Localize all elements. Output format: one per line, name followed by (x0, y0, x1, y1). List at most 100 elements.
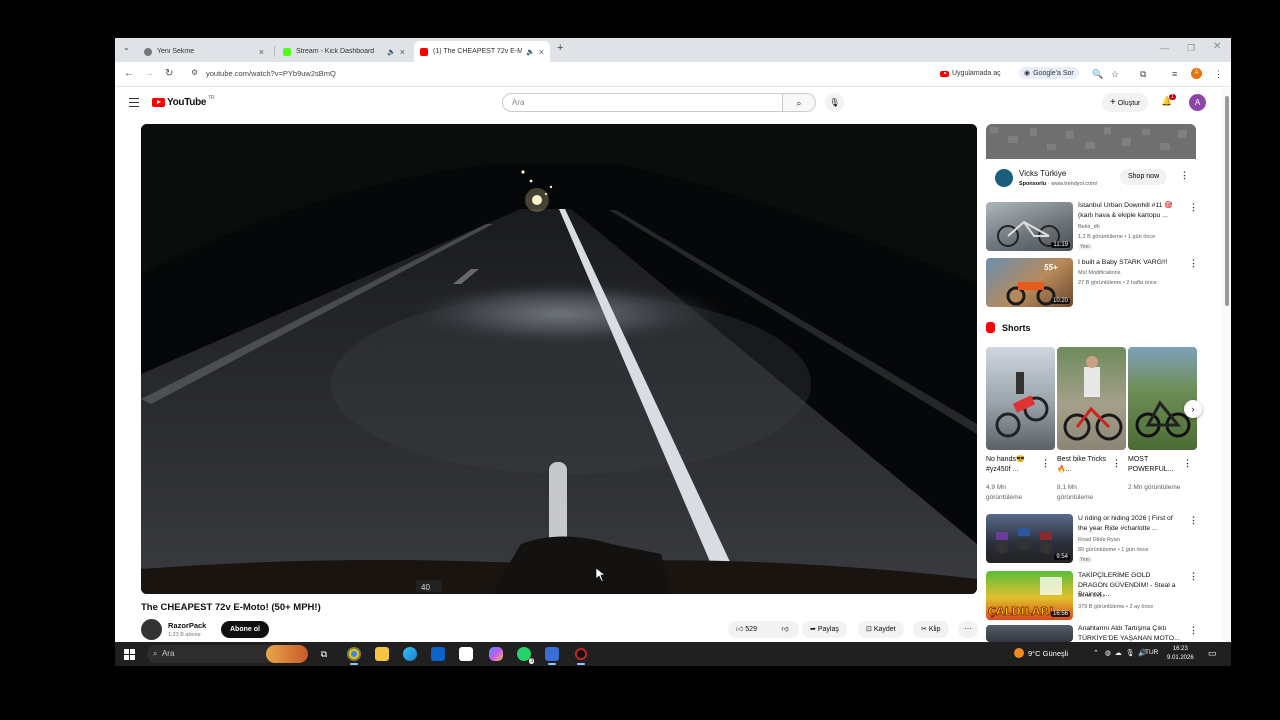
short-thumbnail[interactable] (986, 347, 1055, 450)
share-button[interactable]: ➦ Paylaş (802, 621, 847, 638)
video-title[interactable]: Anahtarını Aldı Tartışma Çıktı TÜRKİYE'D… (1078, 624, 1182, 643)
more-vert-icon[interactable]: ⋮ (1183, 458, 1192, 469)
shop-now-button[interactable]: Shop now (1120, 169, 1168, 185)
bookmark-icon: ⊡ (866, 626, 872, 633)
video-title[interactable]: I built a Baby STARK VARG!!! (1078, 258, 1182, 268)
more-vert-icon[interactable]: ⋮ (1041, 458, 1050, 469)
outlook-icon[interactable] (431, 647, 445, 661)
close-tab-icon[interactable]: × (400, 47, 405, 57)
video-thumbnail[interactable]: ÇALDILAR! 16:56 (986, 571, 1073, 620)
weather-widget[interactable]: 9°C Güneşli (1014, 648, 1068, 658)
short-title[interactable]: No hands😎 #yz450f ... (986, 455, 1038, 475)
close-tab-icon[interactable]: × (539, 47, 544, 57)
edge-icon[interactable] (403, 647, 417, 661)
channel-name[interactable]: MxI Modifications (1078, 270, 1121, 276)
speaker-icon[interactable]: 🔈 (526, 48, 535, 56)
channel-name[interactable]: Bekir_dh (1078, 224, 1100, 230)
open-in-app-button[interactable]: Uygulamada aç (940, 70, 1001, 77)
hamburger-menu-icon[interactable] (129, 98, 139, 110)
microphone-icon[interactable]: 🎙 (1126, 650, 1135, 657)
youtube-logo[interactable]: YouTube TR (152, 95, 215, 108)
create-button[interactable]: + Oluştur (1102, 93, 1149, 112)
google-lens-button[interactable]: ◉ Google'a Sor (1019, 67, 1079, 79)
page-scrollbar[interactable] (1223, 88, 1231, 641)
profile-avatar[interactable]: A (1191, 68, 1202, 79)
channel-name[interactable]: Road Glide Ryan (1078, 537, 1120, 543)
youtube-play-icon (152, 98, 165, 107)
tab-new-tab[interactable]: Yeni Sekme × (138, 41, 270, 62)
video-thumbnail[interactable] (986, 625, 1073, 642)
search-highlight-image[interactable] (266, 645, 308, 663)
speaker-icon[interactable]: 🔈 (387, 48, 396, 56)
more-vert-icon[interactable]: ⋮ (1189, 258, 1198, 269)
clock-time: 16:23 (1172, 646, 1188, 652)
save-button[interactable]: ⊡ Kaydet (858, 621, 904, 638)
short-title[interactable]: MOST POWERFUL... (1128, 455, 1180, 475)
video-title[interactable]: U riding or hiding 2026 | First of the y… (1078, 514, 1182, 533)
video-thumbnail[interactable]: 9:54 (986, 514, 1073, 563)
extensions-icon[interactable]: ⧉ (1140, 69, 1146, 80)
app-tray-icon[interactable]: ◍ (1105, 650, 1111, 657)
channel-avatar[interactable] (141, 619, 162, 640)
reload-icon[interactable]: ↻ (165, 68, 173, 79)
more-vert-icon[interactable]: ⋮ (1180, 170, 1189, 181)
more-actions-button[interactable]: ⋯ (958, 621, 978, 638)
channel-name[interactable]: RazorPack (168, 621, 206, 630)
stream-app-icon[interactable] (545, 647, 559, 665)
zoom-icon[interactable]: 🔍 (1092, 69, 1103, 80)
more-vert-icon[interactable]: ⋮ (1189, 202, 1198, 213)
whatsapp-icon[interactable]: 3 (517, 647, 534, 664)
search-button[interactable]: ⌕ (783, 93, 816, 112)
close-tab-icon[interactable]: × (259, 47, 264, 57)
obs-icon[interactable] (574, 647, 588, 665)
windows-start-icon[interactable] (121, 642, 137, 666)
tab-kick-dashboard[interactable]: Stream - Kick Dashboard 🔈 × (277, 41, 411, 62)
task-view-icon[interactable]: ⧉ (317, 642, 331, 666)
scrollbar-thumb[interactable] (1225, 96, 1229, 306)
chevron-up-icon[interactable]: ⌃ (1093, 650, 1099, 657)
clip-button[interactable]: ✂ Klip (913, 621, 949, 638)
more-vert-icon[interactable]: ⋮ (1189, 515, 1198, 526)
voice-search-button[interactable]: 🎙 (825, 93, 844, 112)
video-title[interactable]: İstanbul Urban Downhill #11 🎯 (karlı hav… (1078, 201, 1182, 220)
dislike-button[interactable]: 👎︎ (771, 621, 799, 638)
back-icon[interactable]: ← (124, 68, 134, 79)
clock[interactable]: 16:23 9.01.2026 (1167, 645, 1194, 663)
more-vert-icon[interactable]: ⋮ (1112, 458, 1121, 469)
tab-youtube[interactable]: (1) The CHEAPEST 72v E-M... 🔈 × (414, 41, 550, 62)
ad-banner-image[interactable] (986, 124, 1196, 159)
subscribe-button[interactable]: Abone ol (221, 621, 269, 638)
copilot-icon[interactable] (489, 647, 503, 661)
close-window-icon[interactable]: ✕ (1213, 41, 1221, 52)
forward-icon[interactable]: → (144, 68, 154, 79)
short-thumbnail[interactable] (1057, 347, 1126, 450)
more-vert-icon[interactable]: ⋮ (1189, 625, 1198, 636)
chrome-icon[interactable] (347, 647, 361, 665)
ad-card[interactable]: Vicks Türkiye Sponsorlu · www.trendyol.c… (986, 159, 1196, 194)
chrome-menu-icon[interactable]: ⋮ (1214, 69, 1223, 80)
video-title: The CHEAPEST 72v E-Moto! (50+ MPH!) (141, 602, 321, 613)
system-tray[interactable]: ⌃ ◍ ☁ 🎙 🔊 (1093, 649, 1147, 657)
store-icon[interactable] (459, 647, 473, 661)
maximize-icon[interactable]: ❐ (1187, 43, 1195, 54)
more-vert-icon[interactable]: ⋮ (1189, 571, 1198, 582)
video-thumbnail[interactable]: 11:19 (986, 202, 1073, 251)
short-title[interactable]: Best bike Tricks 🔥... (1057, 455, 1109, 475)
bookmark-star-icon[interactable]: ☆ (1111, 69, 1119, 80)
channel-name[interactable]: Berat Beyz (1078, 593, 1105, 599)
search-input[interactable]: Ara (502, 93, 783, 112)
notifications-icon[interactable]: ▭ (1208, 648, 1217, 659)
new-tab-button[interactable]: + (557, 42, 563, 54)
minimize-icon[interactable]: — (1160, 43, 1169, 53)
site-info-icon[interactable]: ⚙ (191, 68, 198, 77)
language-indicator[interactable]: TUR (1145, 649, 1158, 656)
short-thumbnail[interactable] (1128, 347, 1197, 450)
tab-search-icon[interactable]: ⌄ (123, 43, 130, 52)
wifi-icon[interactable]: ☁ (1115, 650, 1122, 657)
shorts-next-button[interactable]: › (1184, 400, 1202, 418)
video-thumbnail[interactable]: 55+ 10:20 (986, 258, 1073, 307)
media-control-icon[interactable]: ≡ (1172, 69, 1177, 79)
video-player[interactable]: 40 (141, 124, 977, 594)
file-explorer-icon[interactable] (375, 647, 389, 661)
account-avatar[interactable]: A (1189, 94, 1206, 111)
